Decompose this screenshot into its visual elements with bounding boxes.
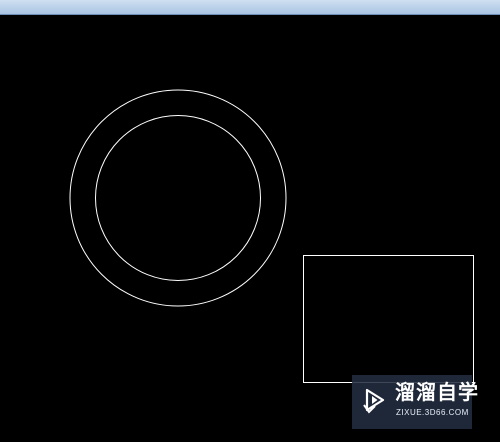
rectangle-shape[interactable] bbox=[303, 255, 474, 383]
inner-circle[interactable] bbox=[95, 115, 261, 281]
outer-circle[interactable] bbox=[69, 89, 287, 307]
play-logo-icon bbox=[363, 388, 385, 414]
watermark: 溜溜自学 ZIXUE.3D66.COM bbox=[352, 375, 478, 429]
watermark-brand: 溜溜自学 bbox=[395, 382, 479, 404]
title-bar bbox=[0, 0, 500, 15]
cad-window: 溜溜自学 ZIXUE.3D66.COM bbox=[0, 0, 500, 442]
watermark-url: ZIXUE.3D66.COM bbox=[396, 408, 469, 417]
